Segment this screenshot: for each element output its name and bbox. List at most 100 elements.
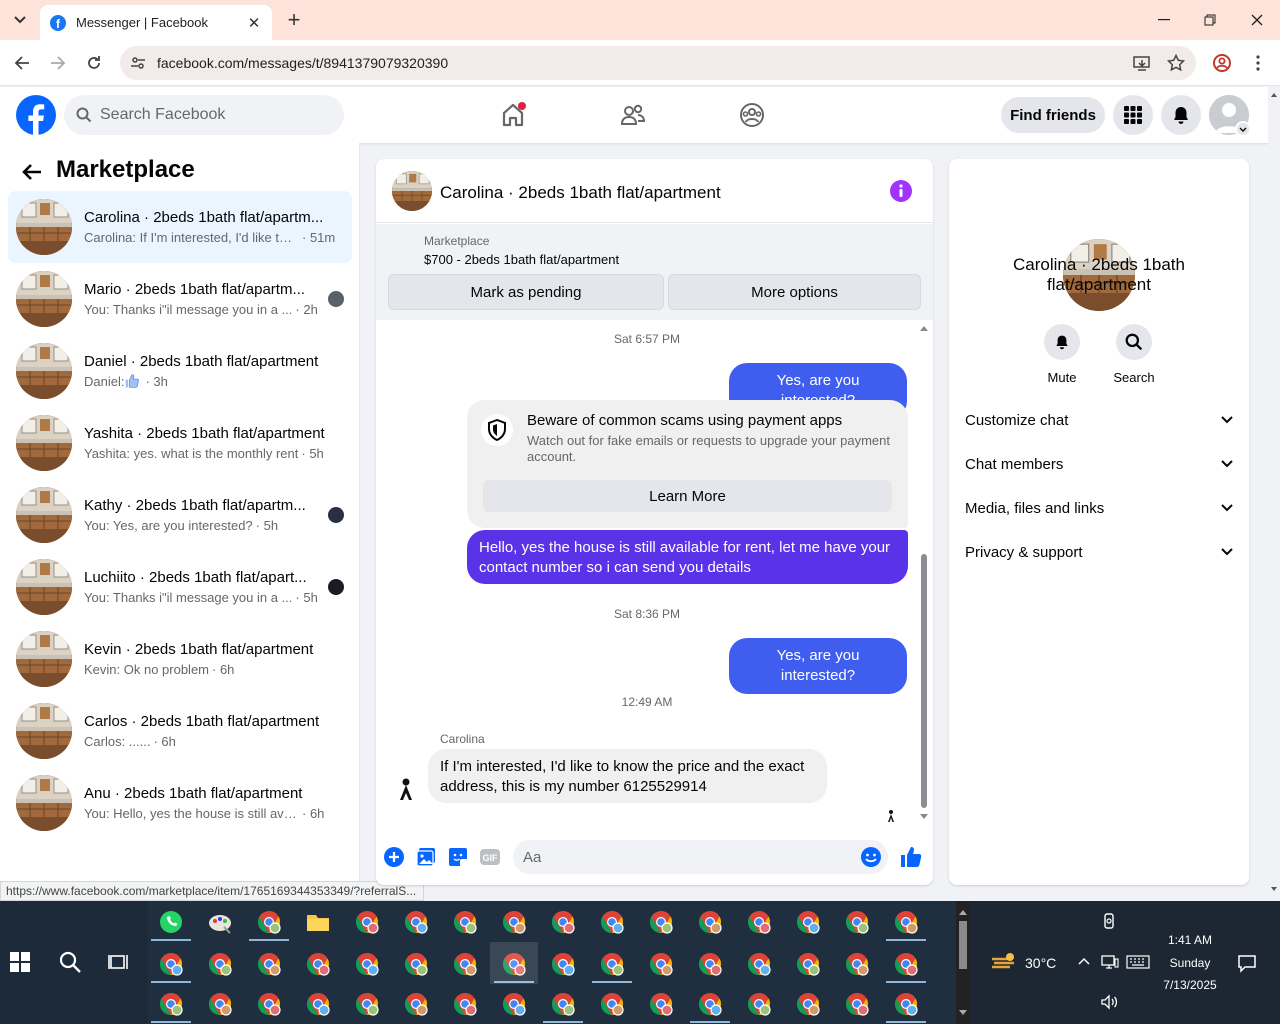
mark-as-pending-button[interactable]: Mark as pending	[388, 274, 664, 310]
info-section-privacy-support[interactable]: Privacy & support	[957, 530, 1241, 574]
chrome-icon[interactable]	[207, 991, 233, 1017]
chrome-icon[interactable]	[256, 909, 282, 935]
chrome-icon[interactable]	[893, 951, 919, 977]
paint-app-icon[interactable]	[207, 909, 233, 935]
chrome-icon[interactable]	[844, 951, 870, 977]
chrome-icon[interactable]	[354, 991, 380, 1017]
chat-title[interactable]: Carolina · 2beds 1bath flat/apartment	[440, 183, 721, 203]
learn-more-button[interactable]: Learn More	[483, 480, 892, 512]
find-friends-button[interactable]: Find friends	[1001, 97, 1105, 133]
clock-day[interactable]: Sunday	[1150, 956, 1230, 970]
chrome-icon[interactable]	[795, 951, 821, 977]
chrome-icon[interactable]	[746, 951, 772, 977]
chrome-icon[interactable]	[893, 909, 919, 935]
chat-listing-thumbnail[interactable]	[392, 171, 432, 211]
notifications-bell-icon[interactable]	[1161, 95, 1201, 135]
info-section-media-files-and-links[interactable]: Media, files and links	[957, 486, 1241, 530]
plus-actions-icon[interactable]	[382, 845, 406, 869]
mute-button[interactable]: Mute	[1032, 324, 1092, 385]
incoming-message[interactable]: If I'm interested, I'd like to know the …	[428, 749, 827, 803]
conversation-item[interactable]: Anu · 2beds 1bath flat/apartment You: Hel…	[8, 767, 352, 839]
windows-start-icon[interactable]	[8, 950, 34, 976]
message-composer[interactable]	[513, 840, 888, 874]
chrome-icon[interactable]	[599, 909, 625, 935]
new-tab-plus-icon[interactable]: +	[282, 8, 306, 32]
conversation-item[interactable]: Luchiito · 2beds 1bath flat/apart... You:…	[8, 551, 352, 623]
conversation-item[interactable]: Kathy · 2beds 1bath flat/apartm... You: Y…	[8, 479, 352, 551]
sender-avatar[interactable]	[392, 774, 420, 802]
chrome-icon[interactable]	[452, 951, 478, 977]
chrome-icon[interactable]	[893, 991, 919, 1017]
more-options-button[interactable]: More options	[668, 274, 921, 310]
emoji-icon[interactable]	[859, 845, 883, 869]
network-icon[interactable]	[1101, 954, 1119, 972]
conversation-item[interactable]: Daniel · 2beds 1bath flat/apartment Danie…	[8, 335, 352, 407]
chrome-icon[interactable]	[403, 991, 429, 1017]
account-chevron-icon[interactable]	[1235, 121, 1251, 137]
address-bar[interactable]: facebook.com/messages/t/8941379079320390	[120, 46, 1196, 80]
chrome-icon[interactable]	[550, 991, 576, 1017]
back-arrow-icon[interactable]	[20, 160, 44, 184]
chrome-icon[interactable]	[599, 951, 625, 977]
info-section-chat-members[interactable]: Chat members	[957, 442, 1241, 486]
chrome-icon[interactable]	[452, 991, 478, 1017]
chrome-icon[interactable]	[256, 951, 282, 977]
conversation-item[interactable]: Yashita · 2beds 1bath flat/apartment Yash…	[8, 407, 352, 479]
chrome-icon[interactable]	[795, 991, 821, 1017]
conversation-item[interactable]: Carolina · 2beds 1bath flat/apartm... Car…	[8, 191, 352, 263]
conversation-item[interactable]: Kevin · 2beds 1bath flat/apartment Kevin:…	[8, 623, 352, 695]
chrome-icon[interactable]	[795, 909, 821, 935]
chrome-icon[interactable]	[648, 909, 674, 935]
site-settings-icon[interactable]	[124, 49, 152, 77]
message-input[interactable]	[523, 848, 843, 866]
back-arrow-icon[interactable]	[8, 49, 36, 77]
outgoing-message[interactable]: Hello, yes the house is still available …	[467, 530, 908, 584]
clock-date[interactable]: 7/13/2025	[1150, 978, 1230, 992]
bookmark-star-icon[interactable]	[1162, 49, 1190, 77]
chrome-icon[interactable]	[452, 909, 478, 935]
chrome-icon[interactable]	[305, 951, 331, 977]
notification-center-icon[interactable]	[1237, 953, 1257, 973]
tray-chevron-up-icon[interactable]	[1078, 957, 1092, 969]
profile-icon[interactable]	[1208, 49, 1236, 77]
tray-device-icon[interactable]	[1102, 913, 1118, 931]
close-tab-icon[interactable]: ✕	[246, 15, 262, 32]
restore-icon[interactable]	[1187, 0, 1233, 40]
close-window-icon[interactable]	[1234, 0, 1280, 40]
chrome-icon[interactable]	[354, 909, 380, 935]
chrome-icon[interactable]	[403, 909, 429, 935]
chrome-icon[interactable]	[697, 909, 723, 935]
conversation-item[interactable]: Mario · 2beds 1bath flat/apartm... You: T…	[8, 263, 352, 335]
reload-icon[interactable]	[80, 49, 108, 77]
facebook-logo-icon[interactable]	[16, 95, 56, 135]
photo-icon[interactable]	[414, 845, 438, 869]
chrome-icon[interactable]	[697, 951, 723, 977]
tab-search-chevron-icon[interactable]	[8, 8, 32, 32]
info-section-customize-chat[interactable]: Customize chat	[957, 398, 1241, 442]
taskbar-search-icon[interactable]	[58, 950, 84, 976]
chat-scrollbar[interactable]	[918, 322, 930, 824]
chrome-icon[interactable]	[256, 991, 282, 1017]
chrome-icon[interactable]	[158, 991, 184, 1017]
weather-icon[interactable]	[990, 951, 1018, 975]
home-icon[interactable]	[493, 95, 533, 135]
forward-arrow-icon[interactable]	[44, 49, 72, 77]
browser-menu-icon[interactable]	[1244, 49, 1272, 77]
chrome-icon[interactable]	[746, 991, 772, 1017]
minimize-icon[interactable]	[1141, 0, 1187, 40]
chrome-icon[interactable]	[746, 909, 772, 935]
chrome-icon[interactable]	[599, 991, 625, 1017]
chrome-icon[interactable]	[305, 991, 331, 1017]
search-input[interactable]	[100, 106, 320, 124]
volume-icon[interactable]	[1100, 994, 1120, 1010]
file-explorer-icon[interactable]	[305, 909, 331, 935]
page-scrollbar[interactable]	[1268, 87, 1280, 901]
chrome-icon[interactable]	[501, 909, 527, 935]
chrome-icon[interactable]	[550, 909, 576, 935]
task-view-icon[interactable]	[108, 952, 132, 974]
chrome-icon[interactable]	[403, 951, 429, 977]
outgoing-message[interactable]: Yes, are you interested?	[729, 638, 907, 694]
gif-icon[interactable]: GIF	[478, 845, 502, 869]
chrome-icon[interactable]	[648, 951, 674, 977]
taskbar-scrollbar[interactable]	[956, 901, 970, 1024]
